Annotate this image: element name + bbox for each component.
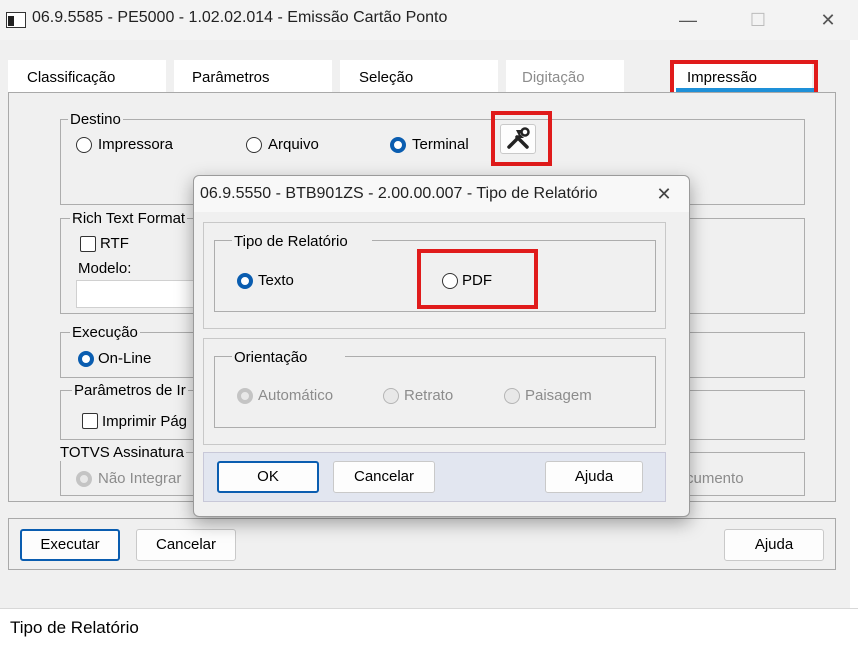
radio-label-impressora: Impressora <box>98 136 174 153</box>
group-label-totvs-assinatura: TOTVS Assinatura <box>58 444 186 461</box>
app-window-icon <box>6 12 26 28</box>
radio-label-terminal: Terminal <box>412 136 469 153</box>
input-modelo[interactable] <box>76 280 206 308</box>
close-button[interactable]: ✕ <box>808 6 848 34</box>
radio-label-arquivo: Arquivo <box>268 136 319 153</box>
radio-impressora[interactable] <box>76 137 92 153</box>
group-label-execucao: Execução <box>70 324 140 341</box>
radio-label-automatico: Automático <box>258 387 334 404</box>
title-bar: 06.9.5585 - PE5000 - 1.02.02.014 - Emiss… <box>0 0 858 40</box>
radio-paisagem[interactable] <box>504 388 520 404</box>
window-title: 06.9.5585 - PE5000 - 1.02.02.014 - Emiss… <box>32 9 448 26</box>
ok-button[interactable]: OK <box>217 461 319 493</box>
tab-digitacao[interactable]: Digitação <box>522 60 585 92</box>
radio-retrato[interactable] <box>383 388 399 404</box>
radio-label-retrato: Retrato <box>404 387 454 404</box>
ajuda-button[interactable]: Ajuda <box>724 529 824 561</box>
dialog-title-bar: 06.9.5550 - BTB901ZS - 2.00.00.007 - Tip… <box>194 176 689 212</box>
status-bar: Tipo de Relatório <box>0 608 858 648</box>
dialog-title: 06.9.5550 - BTB901ZS - 2.00.00.007 - Tip… <box>200 185 598 202</box>
tab-classificacao[interactable]: Classificação <box>27 60 115 92</box>
checkbox-imprimir-pagina[interactable] <box>82 413 98 429</box>
maximize-button[interactable]: ☐ <box>738 6 778 34</box>
cancelar-button[interactable]: Cancelar <box>136 529 236 561</box>
radio-nao-integrar[interactable] <box>76 471 92 487</box>
group-label-destino: Destino <box>68 111 123 128</box>
minimize-button[interactable]: — <box>668 6 708 34</box>
totvs-option-tail: cumento <box>686 470 744 487</box>
tab-selecao[interactable]: Seleção <box>359 60 413 92</box>
radio-label-texto: Texto <box>258 272 294 289</box>
radio-label-paisagem: Paisagem <box>525 387 592 404</box>
checkbox-rtf[interactable] <box>80 236 96 252</box>
dialog-ajuda-button[interactable]: Ajuda <box>545 461 643 493</box>
group-label-parametros-impressao: Parâmetros de Ir <box>72 382 188 399</box>
checkbox-label-imprimir-pagina: Imprimir Pág <box>102 413 188 430</box>
group-label-orientacao: Orientação <box>232 349 346 366</box>
highlight-pdf-option <box>417 249 538 309</box>
window-edge <box>850 40 858 608</box>
button-bar <box>8 518 836 570</box>
radio-online[interactable] <box>78 351 94 367</box>
tab-parametros[interactable]: Parâmetros <box>192 60 270 92</box>
checkbox-label-rtf: RTF <box>100 235 129 252</box>
dialog-close-button[interactable]: ✕ <box>646 180 682 208</box>
radio-label-nao-integrar: Não Integrar <box>98 470 182 487</box>
radio-automatico[interactable] <box>237 388 253 404</box>
tipo-relatorio-dialog: 06.9.5550 - BTB901ZS - 2.00.00.007 - Tip… <box>193 175 690 517</box>
group-label-tipo-relatorio: Tipo de Relatório <box>232 233 372 250</box>
radio-texto[interactable] <box>237 273 253 289</box>
radio-terminal[interactable] <box>390 137 406 153</box>
radio-arquivo[interactable] <box>246 137 262 153</box>
executar-button[interactable]: Executar <box>20 529 120 561</box>
label-modelo: Modelo: <box>78 260 132 277</box>
group-label-rtf: Rich Text Format <box>70 210 188 227</box>
dialog-cancelar-button[interactable]: Cancelar <box>333 461 435 493</box>
highlight-config-button <box>491 111 552 166</box>
status-text: Tipo de Relatório <box>10 618 139 637</box>
radio-label-online: On-Line <box>98 350 152 367</box>
